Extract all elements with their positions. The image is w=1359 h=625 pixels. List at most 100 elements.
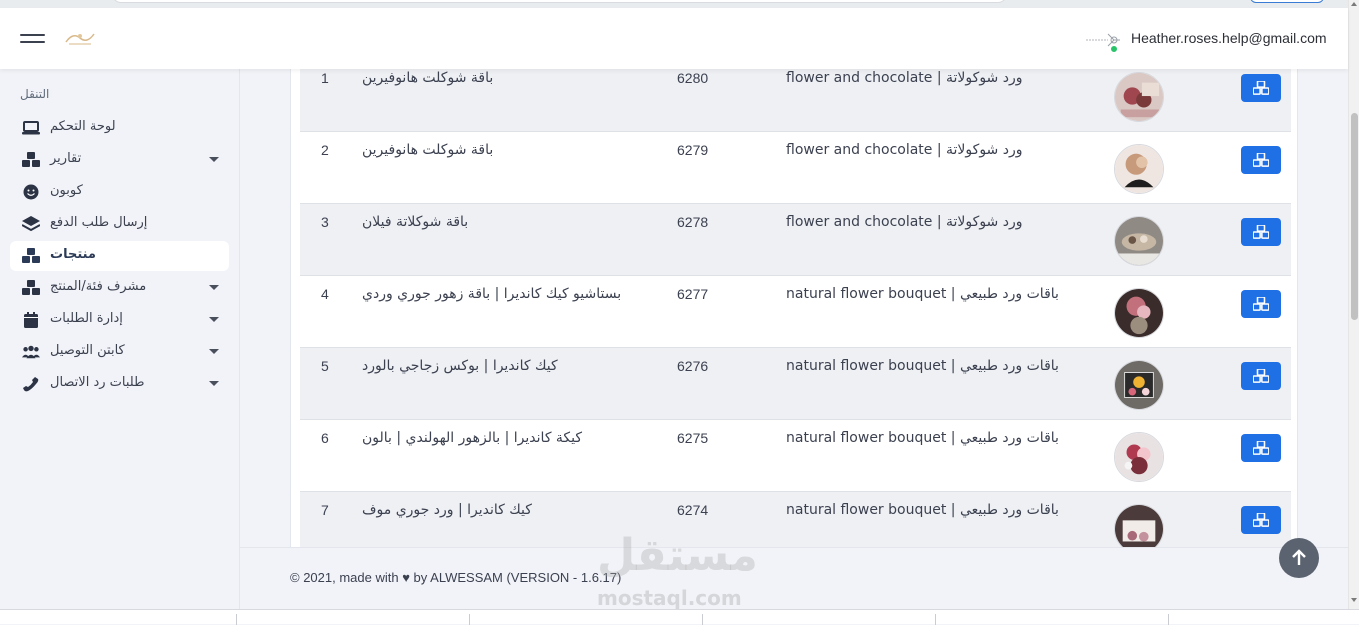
product-actions-button[interactable] (1241, 434, 1281, 462)
product-category: flower and chocolate | ورد شوكولاتة (786, 214, 1023, 230)
sidebar-item-label: كوبون (50, 183, 83, 198)
cubes-icon (22, 152, 40, 167)
sidebar-item-orders[interactable]: إدارة الطلبات (10, 305, 229, 335)
product-name: بستاشيو كيك كانديرا | باقة زهور جوري ورد… (362, 286, 622, 302)
product-name: كيك كانديرا | بوكس زجاجي بالورد (362, 358, 558, 374)
product-name: كيك كانديرا | ورد جوري موف (362, 502, 532, 518)
chevron-down-icon (209, 285, 219, 290)
online-status-dot (1110, 45, 1118, 53)
cubes-icon (1253, 81, 1269, 95)
product-thumbnail[interactable] (1114, 288, 1164, 338)
sidebar-item-label: لوحة التحكم (50, 119, 116, 134)
product-category: natural flower bouquet | باقات ورد طبيعي (786, 502, 1059, 518)
tab-divider (935, 614, 936, 625)
product-category: flower and chocolate | ورد شوكولاتة (786, 142, 1023, 158)
sidebar-item-label: تقارير (50, 151, 82, 166)
product-id: 6275 (677, 430, 709, 446)
top-right-button[interactable] (1250, 0, 1324, 3)
product-thumbnail[interactable] (1114, 216, 1164, 266)
vertical-scrollbar[interactable] (1348, 0, 1359, 609)
cubes-icon (22, 248, 40, 263)
product-category: flower and chocolate | ورد شوكولاتة (786, 70, 1023, 86)
product-actions-button[interactable] (1241, 290, 1281, 318)
cubes-icon (22, 280, 40, 295)
laptop-icon (22, 121, 40, 135)
table-row: 5 كيك كانديرا | بوكس زجاجي بالورد 6276 n… (300, 347, 1291, 419)
products-table-card: 1 باقة شوكلت هانوفيرين 6280 flower and c… (290, 69, 1298, 547)
row-number: 5 (321, 358, 329, 374)
chevron-down-icon (209, 157, 219, 162)
product-name: كيكة كانديرا | بالزهور الهولندي | بالون (362, 430, 583, 446)
table-row: 7 كيك كانديرا | ورد جوري موف 6274 natura… (300, 491, 1291, 547)
scrollbar-thumb[interactable] (1351, 113, 1358, 320)
browser-top-strip (0, 0, 1359, 8)
product-thumbnail[interactable] (1114, 360, 1164, 410)
cubes-icon (1253, 513, 1269, 527)
arrow-up-icon (1292, 549, 1306, 565)
table-row: 2 باقة شوكلت هانوفيرين 6279 flower and c… (300, 131, 1291, 203)
scroll-up-arrow-icon[interactable] (1351, 2, 1357, 6)
scroll-to-top-button[interactable] (1279, 538, 1319, 578)
product-actions-button[interactable] (1241, 218, 1281, 246)
footer-copyright: © 2021, made with ♥ by ALWESSAM (VERSION… (290, 570, 622, 585)
scroll-down-arrow-icon[interactable] (1351, 598, 1357, 602)
product-thumbnail[interactable] (1114, 504, 1164, 547)
sidebar: التنقل لوحة التحكم تقارير كوبون إرسال طل… (0, 69, 240, 609)
product-name: باقة شوكلت هانوفيرين (362, 142, 494, 158)
product-actions-button[interactable] (1241, 74, 1281, 102)
sidebar-item-callback-requests[interactable]: طلبات رد الاتصال (10, 369, 229, 399)
hamburger-menu-icon[interactable] (20, 32, 46, 46)
sidebar-item-label: منتجات (50, 247, 96, 262)
sidebar-item-coupon[interactable]: كوبون (10, 177, 229, 207)
cubes-icon (1253, 441, 1269, 455)
product-actions-button[interactable] (1241, 362, 1281, 390)
page-footer: © 2021, made with ♥ by ALWESSAM (VERSION… (240, 547, 1348, 609)
sidebar-item-label: إرسال طلب الدفع (50, 215, 148, 230)
chevron-down-icon (209, 317, 219, 322)
tab-divider (1168, 614, 1169, 625)
sidebar-item-label: إدارة الطلبات (50, 311, 123, 326)
sidebar-item-products[interactable]: منتجات (10, 241, 229, 271)
product-category: natural flower bouquet | باقات ورد طبيعي (786, 358, 1059, 374)
sidebar-item-label: كابتن التوصيل (50, 343, 125, 358)
main-content: 1 باقة شوكلت هانوفيرين 6280 flower and c… (240, 69, 1348, 547)
taskbar-strip (0, 609, 1359, 625)
product-thumbnail[interactable] (1114, 432, 1164, 482)
address-bar[interactable] (112, 0, 1007, 3)
tab-divider (469, 614, 470, 625)
sidebar-item-delivery-captain[interactable]: كابتن التوصيل (10, 337, 229, 367)
product-id: 6279 (677, 142, 709, 158)
sidebar-item-reports[interactable]: تقارير (10, 145, 229, 175)
product-id: 6274 (677, 502, 709, 518)
product-actions-button[interactable] (1241, 506, 1281, 534)
sidebar-item-dashboard[interactable]: لوحة التحكم (10, 113, 229, 143)
product-category: natural flower bouquet | باقات ورد طبيعي (786, 286, 1059, 302)
table-row: 1 باقة شوكلت هانوفيرين 6280 flower and c… (300, 69, 1291, 131)
table-row: 3 باقة شوكلاتة فيلان 6278 flower and cho… (300, 203, 1291, 275)
users-icon (22, 345, 40, 359)
product-id: 6278 (677, 214, 709, 230)
table-row: 4 بستاشيو كيك كانديرا | باقة زهور جوري و… (300, 275, 1291, 347)
product-thumbnail[interactable] (1114, 72, 1164, 122)
product-id: 6277 (677, 286, 709, 302)
chevron-down-icon (209, 381, 219, 386)
phone-icon (23, 377, 39, 392)
sidebar-item-label: طلبات رد الاتصال (50, 375, 145, 390)
product-actions-button[interactable] (1241, 146, 1281, 174)
user-email[interactable]: Heather.roses.help@gmail.com (1131, 30, 1327, 46)
brand-logo[interactable] (63, 28, 97, 48)
row-number: 6 (321, 430, 329, 446)
row-number: 2 (321, 142, 329, 158)
row-number: 1 (321, 70, 329, 86)
sidebar-item-payment-request[interactable]: إرسال طلب الدفع (10, 209, 229, 239)
sidebar-item-category-supervisor[interactable]: مشرف فئة/المنتج (10, 273, 229, 303)
product-thumbnail[interactable] (1114, 144, 1164, 194)
row-number: 7 (321, 502, 329, 518)
cubes-icon (1253, 369, 1269, 383)
cubes-icon (1253, 153, 1269, 167)
chevron-down-icon (209, 349, 219, 354)
product-id: 6280 (677, 70, 709, 86)
tab-divider (236, 614, 237, 625)
cubes-icon (1253, 297, 1269, 311)
row-number: 4 (321, 286, 329, 302)
